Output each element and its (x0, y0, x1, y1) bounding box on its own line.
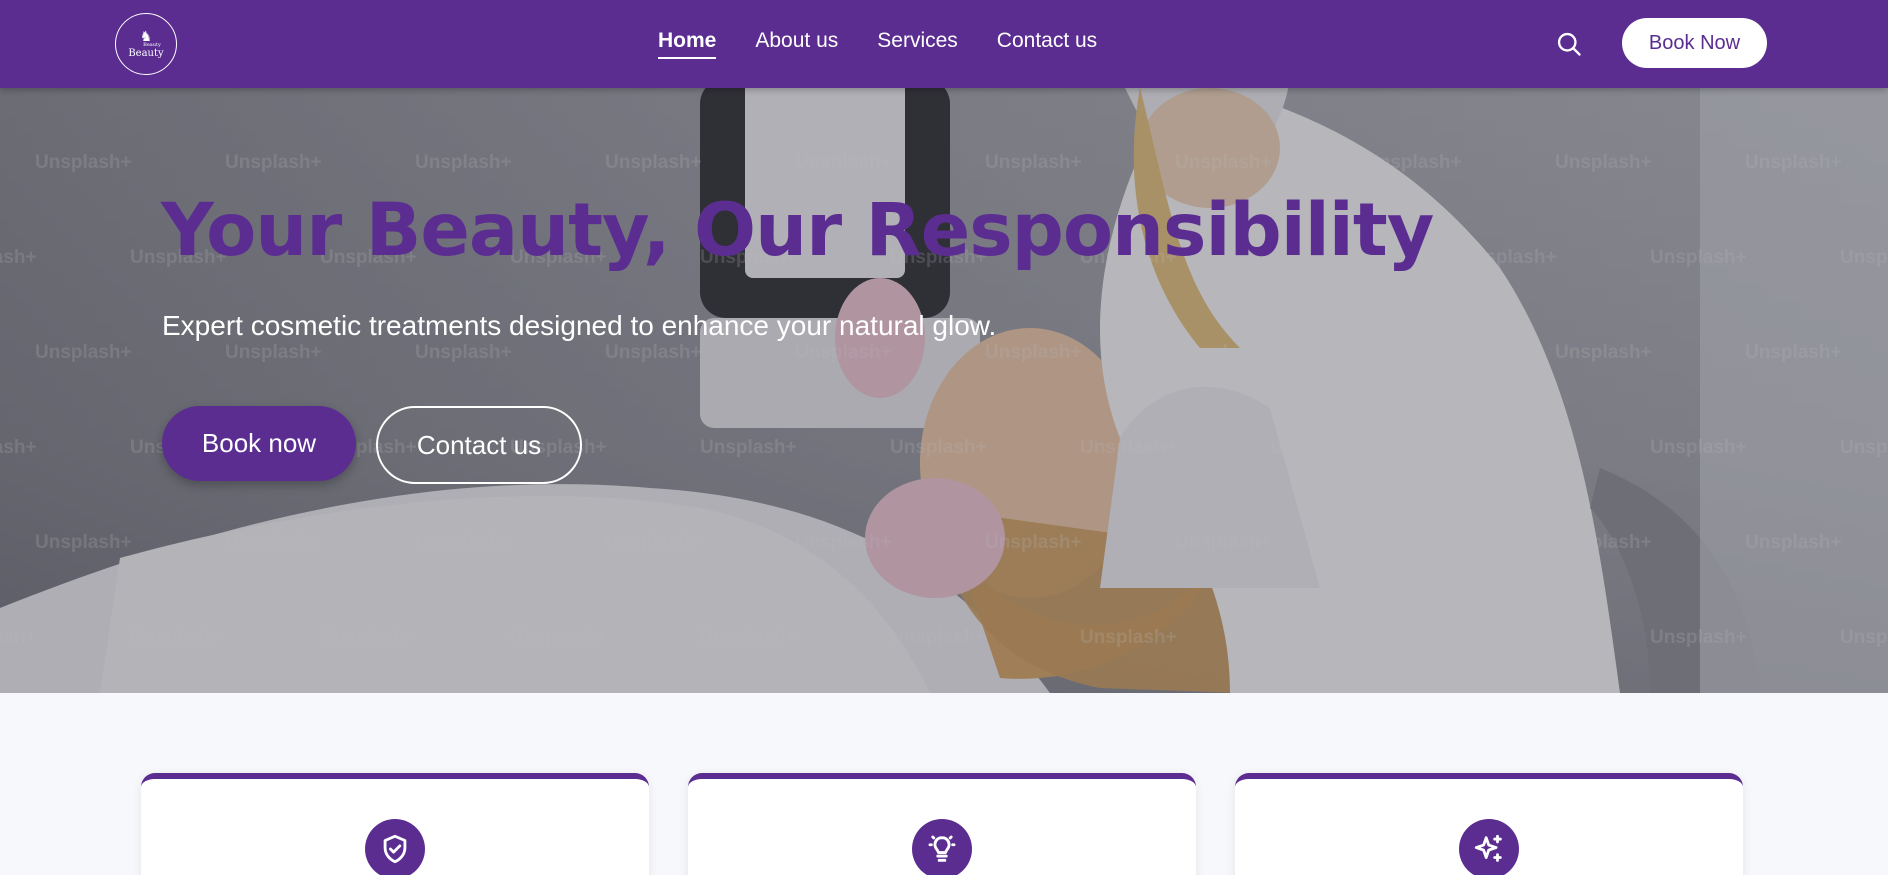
search-button[interactable] (1555, 30, 1583, 58)
nav-link-services[interactable]: Services (877, 29, 958, 59)
hero-contact-us-button[interactable]: Contact us (376, 406, 582, 484)
nav-link-home[interactable]: Home (658, 29, 717, 59)
hero-dark-overlay (0, 88, 1888, 693)
book-now-button[interactable]: Book Now (1622, 18, 1767, 68)
main-nav: Home About us Services Contact us (658, 0, 1136, 88)
hero-subtitle: Expert cosmetic treatments designed to e… (162, 310, 997, 341)
hero-title: Your Beauty, Our Responsibility (161, 188, 1434, 273)
brand-logo[interactable]: ♞ Beauty Beauty (115, 13, 177, 75)
lightbulb-icon (928, 835, 956, 862)
nav-link-about-us[interactable]: About us (755, 29, 838, 59)
feature-card-icon-badge (365, 819, 425, 875)
feature-card-3 (1235, 773, 1743, 875)
search-icon (1557, 32, 1581, 56)
logo-text: Beauty (128, 48, 164, 59)
nav-link-contact-us[interactable]: Contact us (997, 29, 1097, 59)
feature-card-2 (688, 773, 1196, 875)
navbar: ♞ Beauty Beauty Home About us Services C… (0, 0, 1888, 88)
sparkles-icon (1474, 834, 1502, 862)
hero-section: Unsplash+ Unsplash+ Unsplash+ Unsplash+ Unsp… (0, 88, 1888, 693)
hero-book-now-button[interactable]: Book now (162, 406, 356, 481)
feature-card-icon-badge (1459, 819, 1519, 875)
feature-card-1 (141, 773, 649, 875)
feature-card-icon-badge (912, 819, 972, 875)
shield-check-icon (383, 834, 407, 864)
